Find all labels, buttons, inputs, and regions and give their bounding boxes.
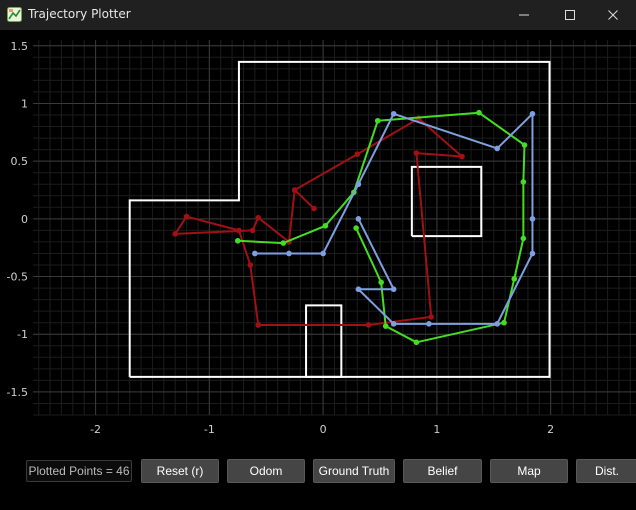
trajectory-point (390, 286, 397, 293)
x-tick-label: -1 (204, 423, 215, 436)
trajectory-point (183, 213, 190, 220)
y-tick-label: 1.5 (11, 40, 29, 53)
trajectory-point (521, 142, 528, 148)
y-tick-label: -1.5 (7, 386, 28, 399)
dist-button[interactable]: Dist. (576, 459, 636, 483)
map-button[interactable]: Map (490, 459, 568, 483)
trajectory-point (520, 179, 527, 185)
trajectory-point (236, 227, 242, 234)
y-tick-label: 1 (21, 97, 28, 110)
trajectory-point (255, 214, 262, 221)
trajectory-point (413, 339, 420, 346)
trajectory-point (355, 286, 362, 293)
y-tick-label: 0.5 (11, 155, 29, 168)
trajectory-point (494, 145, 500, 152)
chart-app-icon (7, 7, 22, 22)
trajectory-point (255, 322, 262, 328)
x-tick-label: 2 (547, 423, 554, 436)
trajectory-point (426, 321, 432, 327)
close-icon (608, 10, 618, 20)
belief-button[interactable]: Belief (403, 459, 482, 483)
trajectory-point (355, 181, 362, 188)
y-tick-label: -1 (17, 328, 28, 341)
trajectory-point (374, 117, 381, 124)
trajectory-point (459, 153, 465, 160)
trajectory-point (390, 321, 397, 327)
minimize-icon (519, 14, 529, 16)
trajectory-point (428, 314, 435, 320)
reset-button[interactable]: Reset (r) (141, 459, 219, 483)
maximize-button[interactable] (547, 0, 593, 30)
trajectory-plot[interactable]: -2 -1 0 1 2 1.5 1 0.5 0 -0.5 -1 -1.5 (0, 30, 636, 450)
trajectory-point (529, 250, 536, 257)
trajectory-point (322, 222, 329, 229)
x-tick-label: 0 (320, 423, 327, 436)
trajectory-point (291, 187, 298, 193)
maximize-icon (565, 10, 575, 20)
trajectory-point (382, 323, 389, 329)
trajectory-point (390, 111, 397, 117)
trajectory-point (494, 321, 500, 327)
trajectory-point (249, 227, 256, 234)
trajectory-point (520, 235, 527, 242)
trajectory-point (529, 216, 536, 222)
trajectory-point (476, 109, 482, 116)
trajectory-point (311, 205, 317, 212)
trajectory-point (286, 250, 292, 257)
trajectory-point (378, 279, 384, 286)
close-button[interactable] (590, 0, 636, 30)
bottom-toolbar: Plotted Points = 46 Reset (r) Odom Groun… (0, 450, 636, 510)
trajectory-point (252, 250, 258, 257)
trajectory-point (353, 225, 359, 231)
plotted-points-counter: Plotted Points = 46 (26, 460, 132, 482)
trajectory-point (320, 250, 326, 257)
y-tick-label: 0 (21, 213, 28, 226)
trajectory-point (280, 240, 287, 246)
y-tick-label: -0.5 (7, 271, 28, 284)
trajectory-point (234, 237, 241, 244)
x-tick-label: 1 (433, 423, 440, 436)
trajectory-point (511, 276, 518, 282)
title-bar[interactable]: Trajectory Plotter (0, 0, 636, 30)
ground-truth-button[interactable]: Ground Truth (313, 459, 395, 483)
window-title: Trajectory Plotter (28, 7, 131, 21)
trajectory-point (365, 322, 372, 328)
trajectory-point (172, 231, 179, 237)
trajectory-point (354, 151, 361, 158)
trajectory-point (529, 111, 536, 117)
trajectory-point (413, 150, 420, 156)
trajectory-point (501, 319, 507, 326)
trajectory-point (247, 262, 254, 268)
trajectory-point (355, 216, 362, 222)
odom-button[interactable]: Odom (227, 459, 305, 483)
x-tick-label: -2 (90, 423, 101, 436)
minimize-button[interactable] (501, 0, 547, 30)
